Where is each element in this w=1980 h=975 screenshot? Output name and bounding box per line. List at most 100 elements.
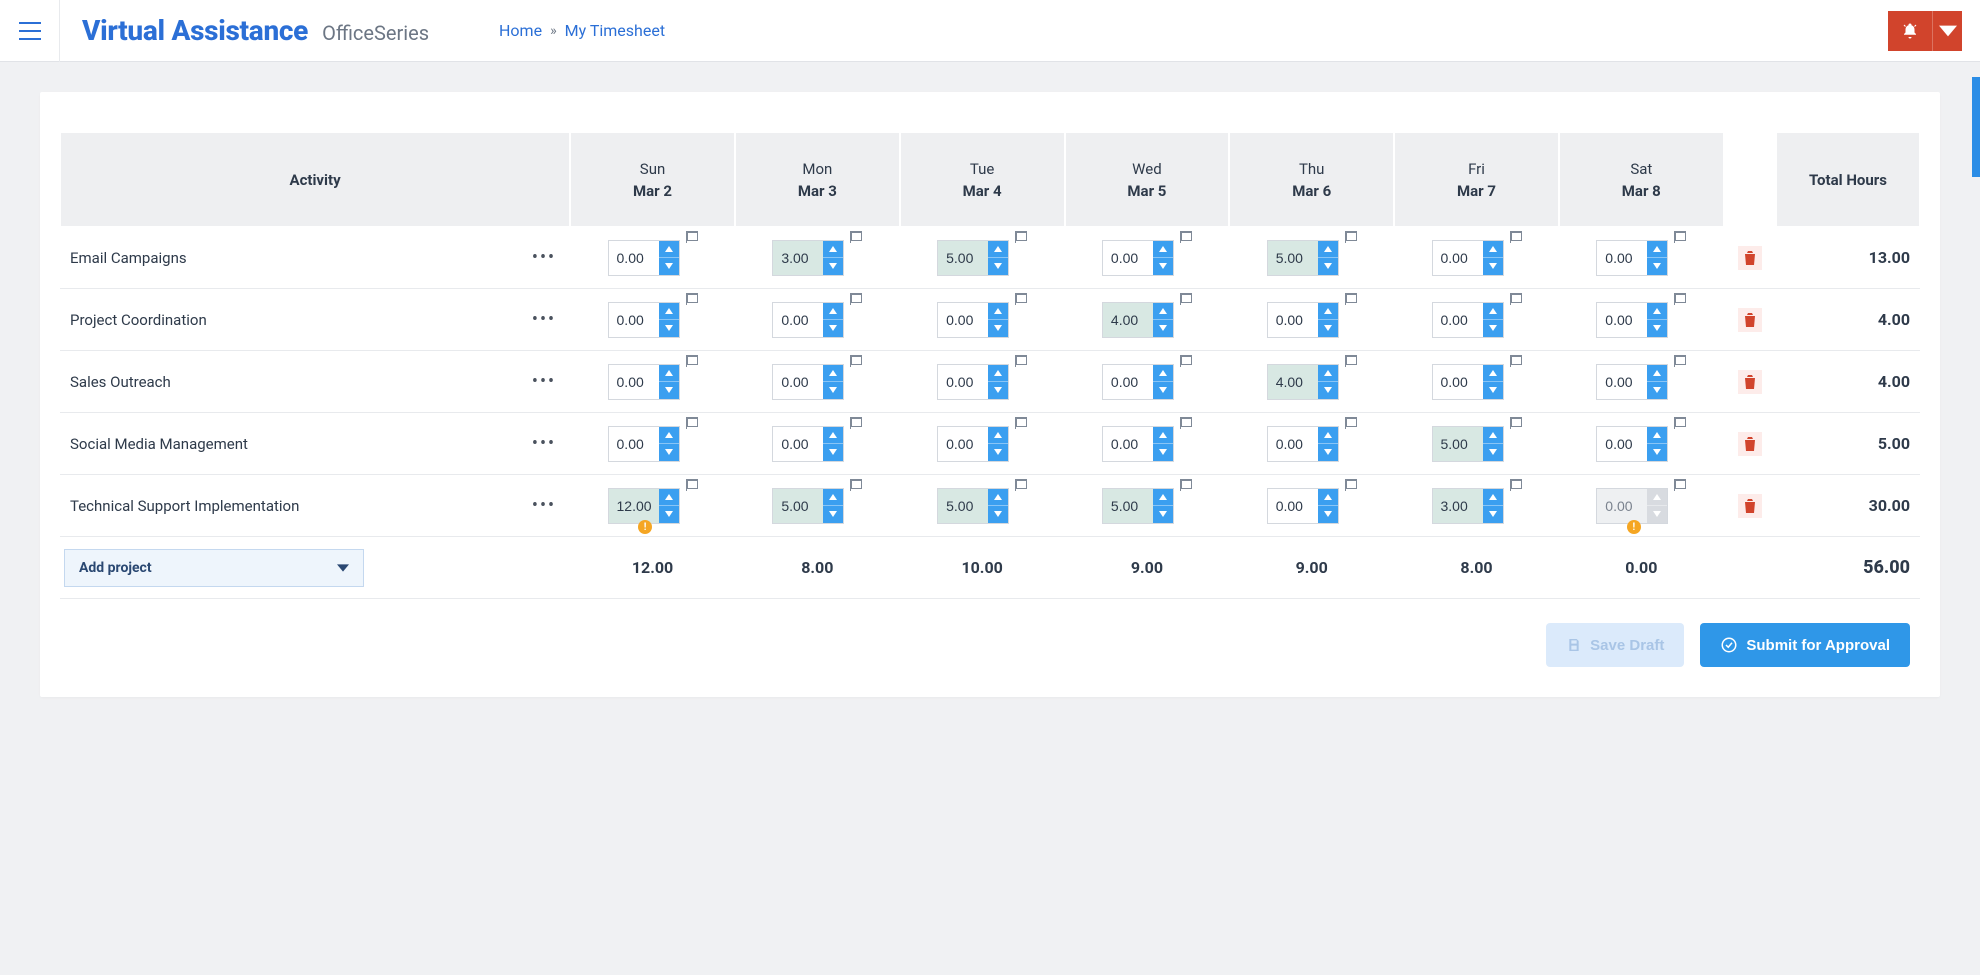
hours-increment-button[interactable]	[988, 241, 1008, 258]
hours-decrement-button[interactable]	[988, 257, 1008, 275]
row-more-button[interactable]: •••	[526, 427, 562, 460]
note-flag-icon[interactable]	[1015, 479, 1027, 491]
hours-increment-button[interactable]	[1483, 365, 1503, 382]
hours-increment-button[interactable]	[659, 365, 679, 382]
hours-increment-button[interactable]	[823, 489, 843, 506]
submit-approval-button[interactable]: Submit for Approval	[1700, 623, 1910, 667]
hours-decrement-button[interactable]	[1153, 319, 1173, 337]
hours-decrement-button[interactable]	[1153, 505, 1173, 523]
hours-input[interactable]	[938, 427, 988, 461]
note-flag-icon[interactable]	[850, 479, 862, 491]
hours-increment-button[interactable]	[1318, 489, 1338, 506]
hours-increment-button[interactable]	[1153, 365, 1173, 382]
breadcrumb-current-link[interactable]: My Timesheet	[565, 21, 665, 40]
hours-increment-button[interactable]	[1647, 365, 1667, 382]
hours-decrement-button[interactable]	[823, 381, 843, 399]
hours-decrement-button[interactable]	[1483, 319, 1503, 337]
note-flag-icon[interactable]	[1510, 417, 1522, 429]
notifications-button[interactable]	[1888, 11, 1932, 51]
hours-increment-button[interactable]	[1318, 303, 1338, 320]
hours-decrement-button[interactable]	[823, 257, 843, 275]
hours-increment-button[interactable]	[823, 427, 843, 444]
note-flag-icon[interactable]	[1180, 231, 1192, 243]
hours-input[interactable]	[773, 303, 823, 337]
note-flag-icon[interactable]	[1345, 355, 1357, 367]
hours-increment-button[interactable]	[1153, 489, 1173, 506]
hours-input[interactable]	[609, 365, 659, 399]
hours-input[interactable]	[938, 241, 988, 275]
hours-increment-button[interactable]	[1318, 241, 1338, 258]
delete-row-button[interactable]	[1738, 494, 1762, 518]
hours-decrement-button[interactable]	[659, 443, 679, 461]
hours-increment-button[interactable]	[1318, 365, 1338, 382]
hours-decrement-button[interactable]	[1647, 381, 1667, 399]
hours-decrement-button[interactable]	[1318, 505, 1338, 523]
hours-increment-button[interactable]	[1647, 427, 1667, 444]
hours-input[interactable]	[609, 489, 659, 523]
hours-increment-button[interactable]	[1647, 303, 1667, 320]
hours-decrement-button[interactable]	[823, 443, 843, 461]
note-flag-icon[interactable]	[686, 417, 698, 429]
hours-increment-button[interactable]	[659, 427, 679, 444]
notifications-dropdown-button[interactable]	[1932, 11, 1962, 51]
delete-row-button[interactable]	[1738, 308, 1762, 332]
hours-increment-button[interactable]	[1318, 427, 1338, 444]
add-project-dropdown[interactable]: Add project	[64, 549, 364, 587]
hours-decrement-button[interactable]	[659, 505, 679, 523]
note-flag-icon[interactable]	[850, 355, 862, 367]
save-draft-button[interactable]: Save Draft	[1546, 623, 1684, 667]
hours-decrement-button[interactable]	[659, 257, 679, 275]
hours-input[interactable]	[773, 241, 823, 275]
hours-input[interactable]	[609, 241, 659, 275]
hours-decrement-button[interactable]	[1153, 257, 1173, 275]
hours-input[interactable]	[1433, 489, 1483, 523]
hours-decrement-button[interactable]	[1483, 257, 1503, 275]
hours-decrement-button[interactable]	[1318, 257, 1338, 275]
note-flag-icon[interactable]	[686, 231, 698, 243]
note-flag-icon[interactable]	[1180, 417, 1192, 429]
hours-decrement-button[interactable]	[1483, 381, 1503, 399]
note-flag-icon[interactable]	[1015, 417, 1027, 429]
note-flag-icon[interactable]	[1674, 293, 1686, 305]
hours-decrement-button[interactable]	[823, 319, 843, 337]
hours-decrement-button[interactable]	[988, 319, 1008, 337]
note-flag-icon[interactable]	[1345, 479, 1357, 491]
hours-decrement-button[interactable]	[988, 443, 1008, 461]
note-flag-icon[interactable]	[1674, 417, 1686, 429]
hours-input[interactable]	[1103, 241, 1153, 275]
hours-increment-button[interactable]	[1153, 427, 1173, 444]
note-flag-icon[interactable]	[1015, 293, 1027, 305]
hours-decrement-button[interactable]	[1647, 319, 1667, 337]
hours-input[interactable]	[1433, 241, 1483, 275]
hours-decrement-button[interactable]	[659, 319, 679, 337]
hours-input[interactable]	[1268, 303, 1318, 337]
hours-decrement-button[interactable]	[1318, 443, 1338, 461]
hours-input[interactable]	[1103, 303, 1153, 337]
hours-input[interactable]	[1103, 427, 1153, 461]
note-flag-icon[interactable]	[1510, 355, 1522, 367]
hours-increment-button[interactable]	[659, 489, 679, 506]
hours-decrement-button[interactable]	[1153, 443, 1173, 461]
hours-increment-button[interactable]	[659, 241, 679, 258]
hours-increment-button[interactable]	[988, 427, 1008, 444]
hours-input[interactable]	[773, 489, 823, 523]
hours-decrement-button[interactable]	[1153, 381, 1173, 399]
hours-increment-button[interactable]	[823, 303, 843, 320]
note-flag-icon[interactable]	[686, 355, 698, 367]
note-flag-icon[interactable]	[850, 417, 862, 429]
hours-increment-button[interactable]	[823, 365, 843, 382]
hours-input[interactable]	[1597, 489, 1647, 523]
hours-decrement-button[interactable]	[988, 505, 1008, 523]
row-more-button[interactable]: •••	[526, 303, 562, 336]
hours-input[interactable]	[1268, 365, 1318, 399]
note-flag-icon[interactable]	[1674, 355, 1686, 367]
hours-increment-button[interactable]	[1483, 241, 1503, 258]
hours-decrement-button[interactable]	[1647, 443, 1667, 461]
hours-increment-button[interactable]	[1483, 427, 1503, 444]
hours-decrement-button[interactable]	[1483, 505, 1503, 523]
hours-input[interactable]	[773, 365, 823, 399]
hours-input[interactable]	[938, 303, 988, 337]
breadcrumb-home-link[interactable]: Home	[499, 21, 542, 40]
hours-input[interactable]	[1103, 489, 1153, 523]
hours-increment-button[interactable]	[1647, 489, 1667, 506]
